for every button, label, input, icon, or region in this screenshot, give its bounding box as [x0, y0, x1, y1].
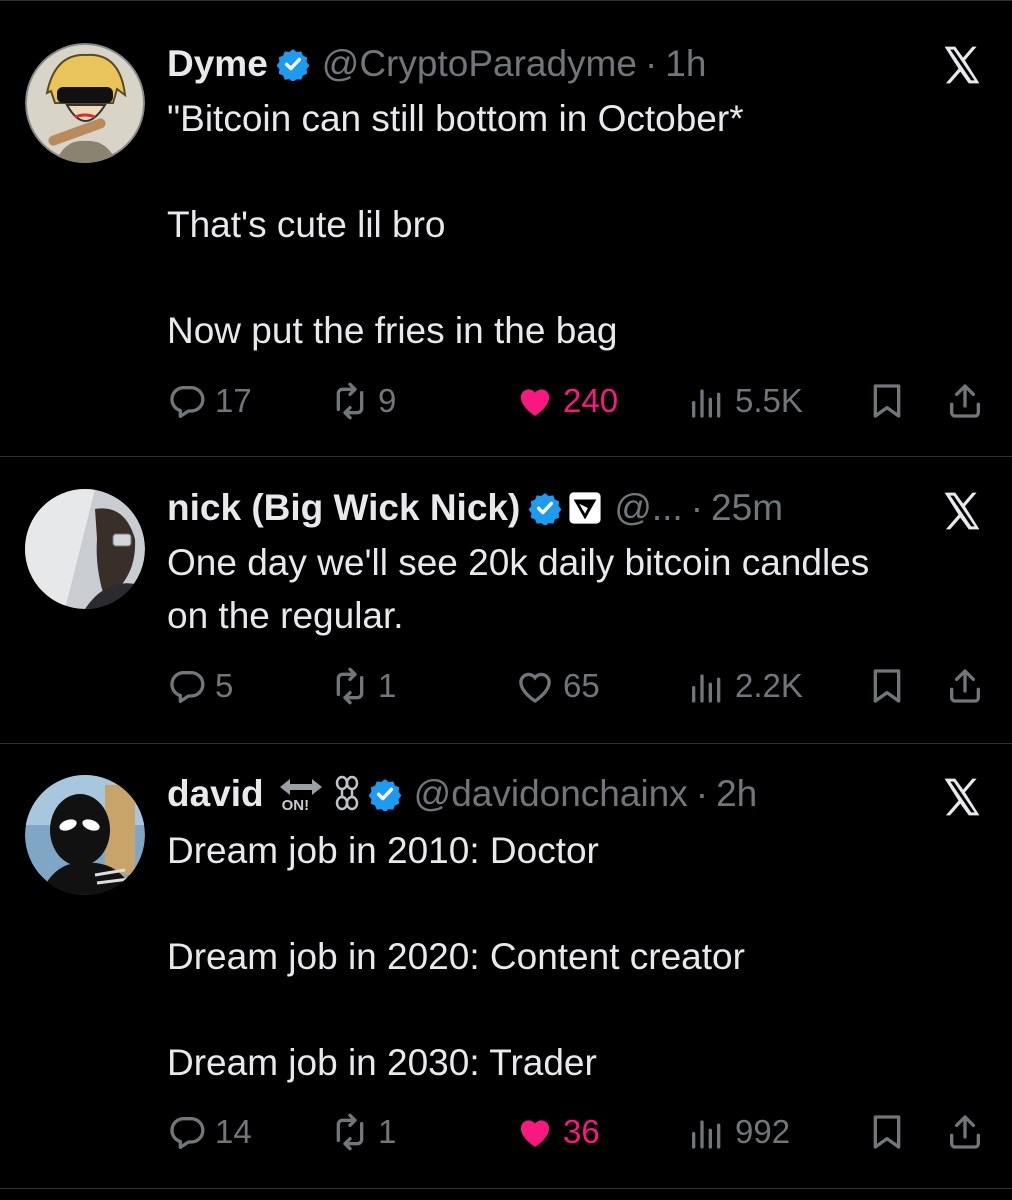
tweet-line — [167, 877, 987, 930]
x-logo-icon[interactable] — [940, 489, 984, 533]
like-icon — [520, 389, 550, 416]
like-button[interactable]: 240 — [515, 376, 618, 426]
views-button[interactable]: 5.5K — [687, 376, 803, 426]
arrows-icon — [279, 779, 322, 795]
action-bar: 14 1 36 992 — [167, 1107, 987, 1157]
repost-count: 1 — [378, 1113, 397, 1150]
timestamp[interactable]: 25m — [711, 487, 783, 529]
like-icon — [519, 672, 551, 703]
reply-button[interactable]: 5 — [167, 661, 233, 711]
user-handle[interactable]: @davidonchainx — [414, 773, 688, 815]
timestamp[interactable]: 2h — [716, 773, 757, 815]
tweet-line: One day we'll see 20k daily bitcoin cand… — [167, 542, 870, 583]
reply-button[interactable]: 14 — [167, 1107, 252, 1157]
tweet-line: That's cute lil bro — [167, 204, 446, 245]
display-name[interactable]: nick (Big Wick Nick) — [167, 487, 520, 529]
bookmark-icon[interactable] — [867, 666, 907, 706]
view-count: 2.2K — [735, 667, 803, 704]
share-icon[interactable] — [945, 381, 985, 421]
like-button[interactable]: 36 — [515, 1107, 600, 1157]
tweet-line: Dream job in 2010: Doctor — [167, 830, 599, 871]
tweet-divider — [0, 1188, 1012, 1189]
views-icon — [692, 674, 721, 703]
action-bar: 17 9 240 5.5K — [167, 376, 987, 426]
repost-icon — [336, 667, 364, 705]
affiliate-logo-icon — [569, 492, 601, 524]
like-button[interactable]: 65 — [515, 661, 600, 711]
repost-count: 9 — [378, 382, 397, 419]
user-handle[interactable]: @... — [614, 487, 682, 529]
separator-dot: · — [695, 773, 709, 814]
switch-arrows-emoji: ON! — [276, 774, 328, 814]
reply-count: 17 — [215, 382, 252, 419]
tweet-line — [167, 251, 987, 304]
x-logo-icon[interactable] — [940, 43, 984, 87]
tweet-line: "Bitcoin can still bottom in October* — [167, 98, 744, 139]
view-count: 5.5K — [735, 382, 803, 419]
tweet-header: nick (Big Wick Nick) @... · 25m — [167, 486, 783, 530]
tweet-1[interactable]: Dyme @CryptoParadyme · 1h "Bitcoin can s… — [0, 40, 1012, 455]
avatar[interactable] — [25, 775, 145, 895]
repost-icon — [336, 382, 364, 420]
reply-icon — [170, 386, 205, 418]
top-divider — [0, 0, 1012, 1]
like-count: 36 — [563, 1113, 600, 1150]
action-bar: 5 1 65 2.2K — [167, 661, 987, 711]
avatar[interactable] — [25, 489, 145, 609]
tweet-header: Dyme @CryptoParadyme · 1h — [167, 42, 706, 86]
repost-button[interactable]: 1 — [330, 1107, 396, 1157]
reply-count: 14 — [215, 1113, 252, 1150]
tweet-line: Dream job in 2030: Trader — [167, 1042, 597, 1083]
tweet-line — [167, 145, 987, 198]
share-icon[interactable] — [945, 1112, 985, 1152]
like-count: 240 — [563, 382, 619, 419]
bookmark-icon[interactable] — [867, 381, 907, 421]
repost-icon — [336, 1113, 364, 1151]
like-icon — [520, 1120, 550, 1147]
avatar-image — [25, 775, 145, 895]
views-icon — [692, 1120, 721, 1149]
user-handle[interactable]: @CryptoParadyme — [322, 43, 637, 85]
timestamp[interactable]: 1h — [665, 43, 706, 85]
chain-icon — [335, 775, 358, 811]
views-button[interactable]: 2.2K — [687, 661, 803, 711]
separator-dot: · — [690, 487, 704, 528]
verified-badge-icon — [368, 779, 402, 811]
tweet-3[interactable]: david ON! @davidonchainx · 2h Dream job … — [0, 772, 1012, 1187]
tweet-2[interactable]: nick (Big Wick Nick) @... · 25m One day … — [0, 486, 1012, 741]
display-name[interactable]: Dyme — [167, 43, 268, 85]
repost-button[interactable]: 9 — [330, 376, 396, 426]
tweet-text: "Bitcoin can still bottom in October* Th… — [167, 92, 987, 357]
verified-badge-icon — [276, 49, 310, 81]
tweet-line — [167, 983, 987, 1036]
like-count: 65 — [563, 667, 600, 704]
repost-count: 1 — [378, 667, 397, 704]
reply-button[interactable]: 17 — [167, 376, 252, 426]
repost-button[interactable]: 1 — [330, 661, 396, 711]
avatar-image — [25, 489, 145, 609]
avatar[interactable] — [25, 43, 145, 163]
avatar-image — [25, 43, 145, 163]
tweet-header: david ON! @davidonchainx · 2h — [167, 772, 757, 816]
share-icon[interactable] — [945, 666, 985, 706]
views-icon — [692, 389, 721, 418]
separator-dot: · — [644, 43, 658, 84]
tweet-text: One day we'll see 20k daily bitcoin cand… — [167, 536, 987, 642]
reply-count: 5 — [215, 667, 234, 704]
tweet-line: Now put the fries in the bag — [167, 310, 618, 351]
tweet-line: Dream job in 2020: Content creator — [167, 936, 745, 977]
display-name[interactable]: david — [167, 773, 264, 815]
tweet-text: Dream job in 2010: Doctor Dream job in 2… — [167, 824, 987, 1089]
tweet-line: on the regular. — [167, 595, 404, 636]
view-count: 992 — [735, 1113, 791, 1150]
tweet-divider — [0, 456, 1012, 457]
reply-icon — [170, 1117, 205, 1149]
on-label: ON! — [281, 797, 310, 814]
views-button[interactable]: 992 — [687, 1107, 790, 1157]
x-logo-icon[interactable] — [940, 775, 984, 819]
tweet-divider — [0, 743, 1012, 744]
reply-icon — [170, 671, 205, 703]
bookmark-icon[interactable] — [867, 1112, 907, 1152]
verified-badge-icon — [528, 493, 562, 525]
